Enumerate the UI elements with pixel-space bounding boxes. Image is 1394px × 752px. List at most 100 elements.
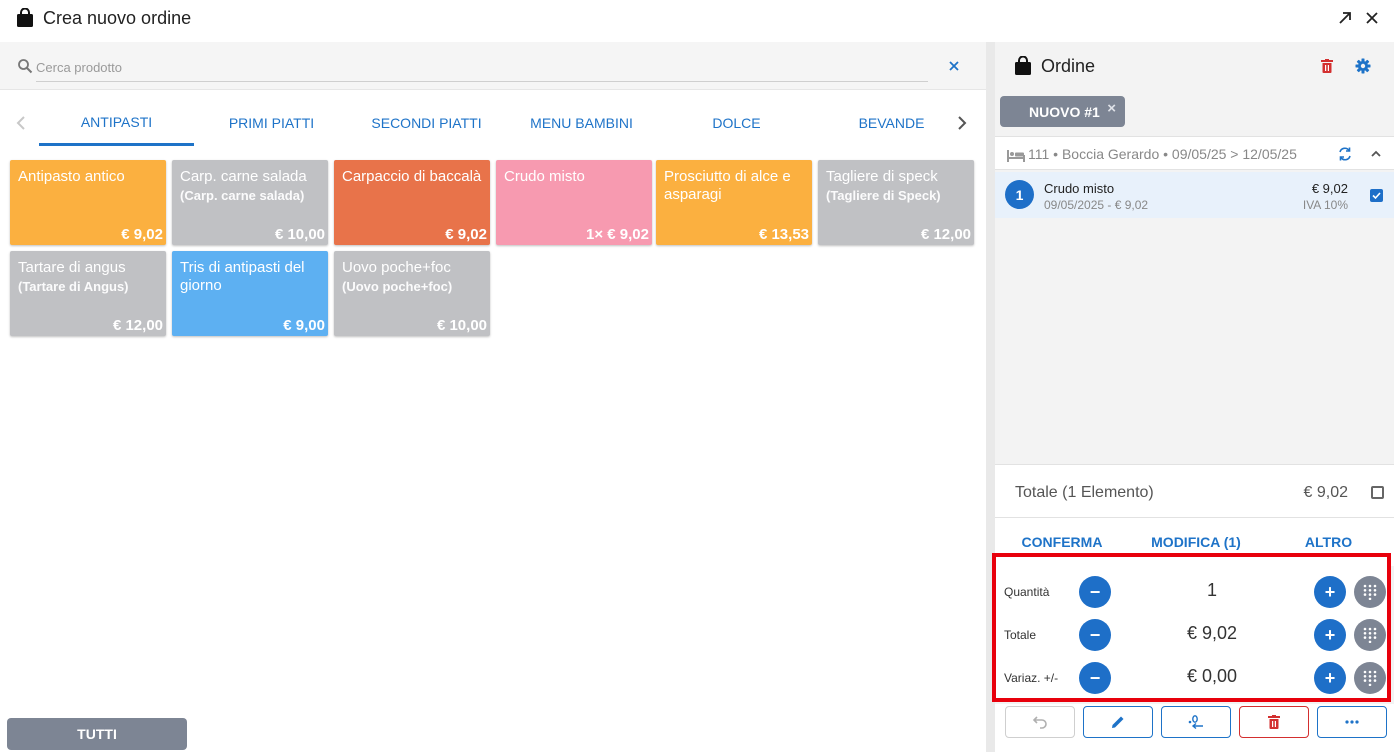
product-name: Antipasto antico xyxy=(18,168,125,185)
delete-icon[interactable] xyxy=(1317,56,1337,76)
tab-primi-piatti[interactable]: PRIMI PIATTI xyxy=(194,100,349,146)
quantity-row: Quantità − 1 + xyxy=(996,572,1387,612)
product-price: € 13,53 xyxy=(758,226,809,243)
select-all-checkbox[interactable] xyxy=(1371,486,1384,499)
order-item-row[interactable]: 1 Crudo misto 09/05/2025 - € 9,02 € 9,02… xyxy=(995,172,1394,218)
product-card[interactable]: Uovo poche+foc (Uovo poche+foc) € 10,00 xyxy=(334,251,490,336)
product-subtitle: (Uovo poche+foc) xyxy=(342,279,453,294)
total-edit-value: € 9,02 xyxy=(1186,623,1238,643)
product-name: Tagliere di speck xyxy=(826,168,938,185)
variation-value: € 0,00 xyxy=(1186,666,1238,686)
order-chip-label: NUOVO #1 xyxy=(1029,104,1100,120)
clear-search-icon[interactable] xyxy=(946,58,962,74)
product-name: Tartare di angus xyxy=(18,259,126,276)
more-button[interactable] xyxy=(1317,706,1387,738)
undo-button[interactable] xyxy=(1005,706,1075,738)
product-name: Carp. carne salada xyxy=(180,168,307,185)
product-card[interactable]: Crudo misto 1× € 9,02 xyxy=(496,160,652,245)
total-increase-button[interactable]: + xyxy=(1314,619,1346,651)
keypad-icon[interactable] xyxy=(1354,619,1386,651)
order-item-index: 1 xyxy=(1005,180,1034,209)
show-all-button[interactable]: TUTTI xyxy=(7,718,187,750)
product-subtitle: (Tagliere di Speck) xyxy=(826,188,941,203)
decimal-icon xyxy=(1188,715,1203,730)
tab-bevande[interactable]: BEVANDE xyxy=(814,100,969,146)
product-price: € 10,00 xyxy=(436,317,487,334)
shopping-bag-icon xyxy=(16,7,34,33)
tab-secondi-piatti[interactable]: SECONDI PIATTI xyxy=(349,100,504,146)
shopping-bag-icon xyxy=(1014,55,1032,81)
total-edit-label: Totale xyxy=(1004,628,1037,642)
quantity-decrease-button[interactable]: − xyxy=(1079,576,1111,608)
keypad-icon[interactable] xyxy=(1354,576,1386,608)
window-title: Crea nuovo ordine xyxy=(43,8,192,28)
keypad-icon[interactable] xyxy=(1354,662,1386,694)
product-card[interactable]: Tris di antipasti del giorno € 9,00 xyxy=(172,251,328,336)
edit-panel: Quantità − 1 + Totale − € 9,02 + Variaz.… xyxy=(992,553,1391,702)
bottom-toolbar xyxy=(995,704,1394,752)
category-tabs: ANTIPASTI PRIMI PIATTI SECONDI PIATTI ME… xyxy=(0,100,986,146)
total-value: € 9,02 xyxy=(1303,484,1348,501)
quantity-value: 1 xyxy=(1206,580,1217,600)
quantity-increase-button[interactable]: + xyxy=(1314,576,1346,608)
total-decrease-button[interactable]: − xyxy=(1079,619,1111,651)
product-name: Tris di antipasti del giorno xyxy=(180,259,305,294)
product-card[interactable]: Carp. carne salada (Carp. carne salada) … xyxy=(172,160,328,245)
delete-icon xyxy=(1268,715,1280,729)
decimal-button[interactable] xyxy=(1161,706,1231,738)
product-card[interactable]: Prosciutto di alce e asparagi € 13,53 xyxy=(656,160,812,245)
order-items-list: 1 Crudo misto 09/05/2025 - € 9,02 € 9,02… xyxy=(995,170,1394,464)
reservation-info: 111 • Boccia Gerardo • 09/05/25 > 12/05/… xyxy=(995,136,1394,170)
chevron-up-icon[interactable] xyxy=(1368,146,1384,162)
delete-button[interactable] xyxy=(1239,706,1309,738)
product-name: Carpaccio di baccalà xyxy=(342,168,482,185)
undo-icon xyxy=(1032,716,1047,729)
tab-menu-bambini[interactable]: MENU BAMBINI xyxy=(504,100,659,146)
sync-icon[interactable] xyxy=(1337,146,1353,162)
order-total: Totale (1 Elemento) € 9,02 xyxy=(995,464,1394,518)
close-icon[interactable] xyxy=(1362,8,1382,28)
product-card[interactable]: Carpaccio di baccalà € 9,02 xyxy=(334,160,490,245)
settings-icon[interactable] xyxy=(1353,56,1373,76)
total-row: Totale − € 9,02 + xyxy=(996,615,1387,655)
order-item-checkbox[interactable] xyxy=(1370,189,1383,202)
quantity-label: Quantità xyxy=(1004,585,1050,599)
product-name: Prosciutto di alce e asparagi xyxy=(664,168,791,203)
product-price: 1× € 9,02 xyxy=(586,226,649,243)
variation-row: Variaz. +/- − € 0,00 + xyxy=(996,658,1387,698)
chevron-left-icon[interactable] xyxy=(14,114,30,132)
order-chip[interactable]: NUOVO #1 × xyxy=(1000,96,1125,127)
close-chip-icon[interactable]: × xyxy=(1107,100,1116,117)
reservation-text: 111 • Boccia Gerardo • 09/05/25 > 12/05/… xyxy=(1028,146,1297,162)
order-item-detail: 09/05/2025 - € 9,02 xyxy=(1044,198,1149,212)
variation-decrease-button[interactable]: − xyxy=(1079,662,1111,694)
bed-icon xyxy=(1007,149,1025,167)
product-price: € 9,02 xyxy=(445,226,487,243)
chevron-right-icon[interactable] xyxy=(953,114,969,132)
variation-label: Variaz. +/- xyxy=(1004,671,1059,685)
product-price: € 12,00 xyxy=(920,226,971,243)
order-item-name: Crudo misto xyxy=(1044,181,1115,196)
product-price: € 9,02 xyxy=(121,226,163,243)
search-icon xyxy=(17,58,33,79)
product-name: Crudo misto xyxy=(504,168,585,185)
order-panel: Ordine NUOVO #1 × 111 • Boccia Gerardo •… xyxy=(992,42,1394,752)
product-name: Uovo poche+foc xyxy=(342,259,451,276)
total-label: Totale (1 Elemento) xyxy=(1015,484,1154,501)
edit-button[interactable] xyxy=(1083,706,1153,738)
product-price: € 10,00 xyxy=(274,226,325,243)
variation-increase-button[interactable]: + xyxy=(1314,662,1346,694)
tab-dolce[interactable]: DOLCE xyxy=(659,100,814,146)
tab-antipasti[interactable]: ANTIPASTI xyxy=(39,100,194,146)
product-price: € 12,00 xyxy=(112,317,163,334)
product-card[interactable]: Antipasto antico € 9,02 xyxy=(10,160,166,245)
product-card[interactable]: Tartare di angus (Tartare di Angus) € 12… xyxy=(10,251,166,336)
product-subtitle: (Carp. carne salada) xyxy=(180,188,305,203)
product-card[interactable]: Tagliere di speck (Tagliere di Speck) € … xyxy=(818,160,974,245)
order-item-price: € 9,02 xyxy=(1311,181,1348,196)
more-icon xyxy=(1345,720,1359,724)
open-external-icon[interactable] xyxy=(1335,8,1355,28)
window-titlebar: Crea nuovo ordine xyxy=(0,0,1394,36)
product-subtitle: (Tartare di Angus) xyxy=(18,279,129,294)
search-input[interactable] xyxy=(36,54,928,82)
